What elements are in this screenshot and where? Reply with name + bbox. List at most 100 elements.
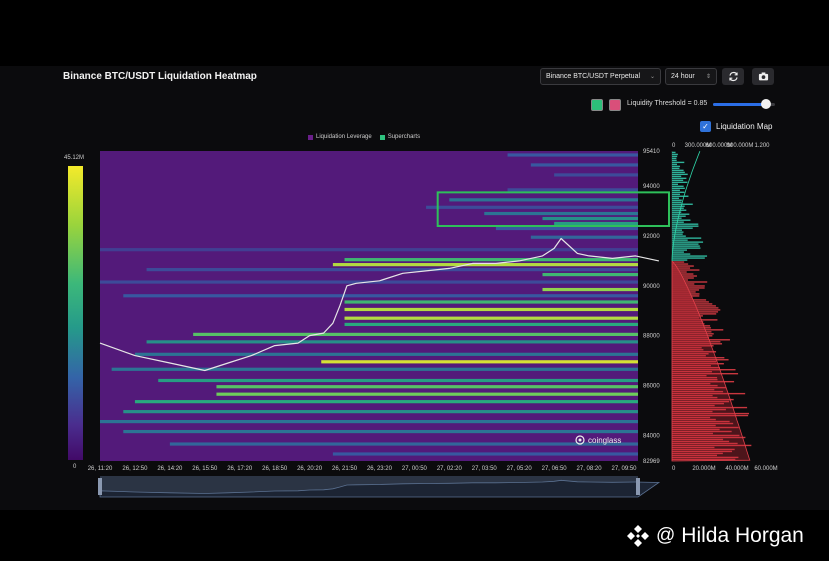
liquidation-band	[134, 352, 638, 356]
liq-map-top-tick: 1.200	[754, 143, 770, 149]
liquidation-band	[123, 410, 639, 414]
liq-map-cumulative-long	[671, 260, 751, 462]
y-tick-label: 92000	[643, 234, 660, 240]
liq-map-bottom-tick: 20.000M	[692, 466, 715, 472]
liquidation-band	[344, 316, 638, 320]
liq-map-bar-short	[672, 217, 682, 219]
liquidation-band	[216, 392, 638, 396]
liquidation-band	[134, 400, 638, 404]
liq-map-bar-short	[672, 251, 684, 253]
liquidation-band	[193, 332, 638, 336]
liq-map-bar-short	[672, 241, 704, 243]
liq-map-top-tick: 0	[672, 143, 676, 149]
liq-map-bar-short	[672, 207, 684, 209]
liquidation-band	[344, 300, 638, 304]
liq-map-bar-short	[672, 153, 678, 156]
liq-map-bar-short	[672, 223, 699, 225]
heatmap-background	[100, 151, 638, 461]
liq-map-bar-short	[672, 221, 684, 223]
liq-map-bar-short	[672, 199, 682, 201]
x-tick-label: 27, 02:20	[437, 466, 463, 472]
liq-map-bar-short	[672, 161, 685, 164]
liq-map-bar-short	[672, 235, 686, 237]
liq-map-bar-short	[672, 245, 700, 247]
author-watermark: @ Hilda Horgan	[626, 524, 804, 548]
liquidation-band	[123, 429, 639, 434]
x-tick-label: 26, 18:50	[262, 466, 288, 472]
liq-map-bar-short	[672, 219, 691, 221]
x-tick-label: 26, 21:50	[332, 466, 358, 472]
liquidation-band	[542, 272, 638, 277]
liq-map-bar-short	[672, 195, 689, 197]
liq-map-bar-short	[672, 165, 681, 168]
liq-map-bottom-tick: 0	[672, 466, 676, 472]
x-tick-label: 27, 00:50	[402, 466, 428, 472]
liq-map-bar-short	[672, 179, 684, 182]
x-tick-label: 27, 03:50	[472, 466, 498, 472]
liq-map-bar-short	[672, 247, 701, 249]
y-tick-label: 95410	[643, 149, 660, 155]
liq-map-bar-short	[672, 233, 683, 235]
brand-name: coinglass	[588, 435, 622, 445]
liquidation-band	[100, 248, 638, 252]
coinglass-logo-icon	[575, 435, 585, 445]
liquidation-band	[332, 452, 638, 456]
x-tick-label: 26, 17:20	[227, 466, 253, 472]
liq-map-bar-short	[672, 227, 693, 229]
liquidation-band	[216, 385, 638, 389]
liq-map-bar-short	[672, 201, 682, 203]
liquidation-band	[495, 226, 638, 231]
x-tick-label: 26, 15:50	[192, 466, 218, 472]
liq-map-bar-short	[672, 157, 677, 160]
liq-map-bar-short	[672, 151, 676, 154]
liq-map-bar-short	[672, 249, 688, 251]
navigator-handle-right	[636, 478, 640, 495]
liq-map-bar-short	[672, 229, 682, 231]
liquidation-band	[344, 258, 638, 262]
liq-map-bar-short	[672, 197, 680, 199]
liquidation-band	[169, 442, 638, 446]
liq-map-bar-short	[672, 209, 687, 211]
liq-map-bar-short	[672, 181, 688, 184]
liq-map-bottom-tick: 40.000M	[725, 466, 748, 472]
liq-map-bar-short	[672, 189, 680, 191]
liquidation-band	[158, 378, 638, 383]
x-tick-label: 27, 06:50	[542, 466, 568, 472]
y-tick-label: 84000	[643, 433, 660, 439]
liquidation-band	[449, 198, 638, 202]
x-tick-label: 26, 12:50	[122, 466, 148, 472]
y-tick-label: 82969	[643, 459, 660, 465]
liq-map-top-tick: 900.000M	[727, 143, 754, 149]
liq-map-bar-short	[672, 159, 677, 162]
heatmap-chart[interactable]: 26, 11:20 26, 12:50 26, 14:20 26, 15:50 26, …	[0, 0, 829, 561]
y-tick-label: 94000	[643, 184, 660, 190]
liquidation-band	[554, 221, 638, 226]
diamond-logo-icon	[627, 525, 649, 547]
x-tick-label: 26, 14:20	[157, 466, 183, 472]
liq-map-bar-short	[672, 187, 685, 190]
watermark-name: Hilda Horgan	[681, 524, 804, 547]
liq-map-bar-short	[672, 205, 685, 207]
liq-map-bar-short	[672, 203, 693, 205]
liquidation-band	[426, 205, 638, 209]
liquidation-band	[507, 153, 638, 157]
navigator-handle-left	[98, 478, 102, 495]
liq-map-bar-short	[672, 213, 690, 215]
liq-map-bar-short	[672, 243, 699, 245]
y-tick-label: 90000	[643, 284, 660, 290]
liquidation-band	[507, 188, 638, 192]
liquidation-band	[542, 216, 638, 221]
x-tick-label: 26, 23:20	[367, 466, 393, 472]
y-tick-label: 86000	[643, 383, 660, 389]
liquidation-band	[530, 235, 638, 239]
liquidation-band	[100, 420, 638, 424]
liquidation-band	[542, 287, 638, 292]
liq-map-bar-short	[672, 169, 684, 172]
liq-map-bar-short	[672, 155, 678, 158]
liquidation-band	[123, 294, 639, 298]
liquidation-band	[530, 163, 638, 167]
watermark-at: @	[656, 525, 676, 546]
liq-map-bar-short	[672, 253, 691, 255]
x-tick-label: 27, 05:20	[507, 466, 533, 472]
liquidation-band	[146, 268, 639, 272]
